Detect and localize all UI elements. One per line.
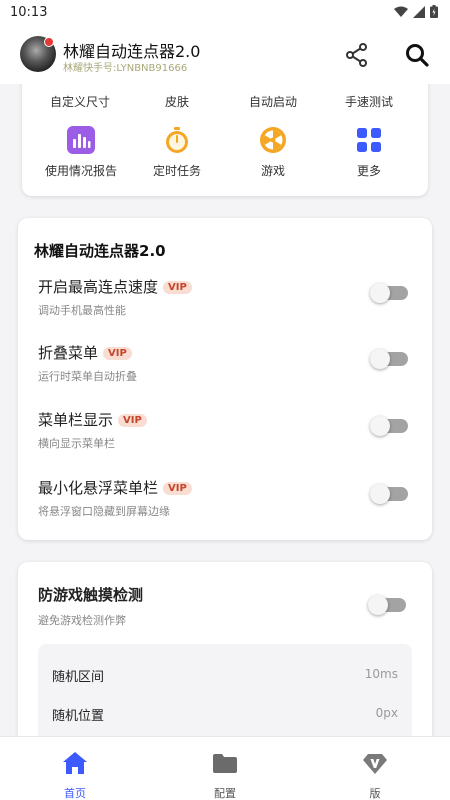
search-icon[interactable] — [404, 42, 430, 68]
usage-report-button[interactable]: 使用情况报告 — [31, 126, 131, 179]
nav-home-label: 首页 — [64, 787, 86, 800]
max-speed-toggle[interactable] — [370, 283, 408, 303]
setting-label: 最小化悬浮菜单栏 VIP — [38, 477, 192, 498]
home-icon — [63, 752, 87, 774]
notification-dot — [44, 37, 54, 47]
signal-icon — [413, 5, 425, 18]
timed-task-label: 定时任务 — [152, 164, 201, 178]
apps-grid-icon — [357, 128, 381, 152]
anti-detection-toggle[interactable] — [368, 595, 406, 615]
setting-desc: 运行时菜单自动折叠 — [38, 370, 137, 383]
random-position-row[interactable]: 随机位置 0px — [52, 705, 398, 725]
setting-minimize-menu: 最小化悬浮菜单栏 VIP 将悬浮窗口隐藏到屏幕边缘 — [38, 477, 408, 527]
anti-detection-card: 防游戏触摸检测 避免游戏检测作弊 随机区间 10ms 随机位置 0px — [18, 562, 432, 736]
anti-detection-desc: 避免游戏检测作弊 — [38, 614, 126, 627]
bottom-nav: 首页 配置 版 — [0, 736, 450, 800]
vip-badge: VIP — [163, 281, 192, 294]
anti-detection-title: 防游戏触摸检测 — [38, 586, 144, 604]
app-subtitle: 林耀快手号:LYNBNB91666 — [63, 63, 188, 74]
nav-config[interactable]: 配置 — [165, 737, 285, 800]
wifi-icon — [394, 6, 408, 17]
status-time: 10:13 — [10, 5, 48, 20]
random-interval-row[interactable]: 随机区间 10ms — [52, 666, 398, 686]
settings-card: 林耀自动连点器2.0 开启最高连点速度 VIP 调动手机最高性能 折叠菜单 VIP … — [18, 218, 432, 540]
usage-report-label: 使用情况报告 — [44, 164, 117, 178]
setting-menu-bar: 菜单栏显示 VIP 横向显示菜单栏 — [38, 409, 408, 459]
vip-diamond-icon — [363, 754, 387, 774]
folder-icon — [213, 754, 237, 773]
more-button[interactable]: 更多 — [319, 126, 419, 179]
setting-desc: 横向显示菜单栏 — [38, 437, 115, 450]
anti-detection-options: 随机区间 10ms 随机位置 0px — [38, 644, 412, 736]
wheel-icon — [260, 127, 286, 153]
skin-link[interactable]: 皮肤 — [127, 93, 227, 110]
vip-badge: VIP — [118, 414, 147, 427]
game-label: 游戏 — [260, 164, 285, 178]
nav-home[interactable]: 首页 — [15, 737, 135, 800]
vip-badge: VIP — [103, 347, 132, 360]
main-scroll-area[interactable]: 自定义尺寸 皮肤 自动启动 手速测试 使用情况报告 定时任务 游戏 更多 林耀自… — [0, 84, 450, 736]
battery-icon — [430, 5, 438, 18]
setting-label: 菜单栏显示 VIP — [38, 409, 147, 430]
nav-config-label: 配置 — [214, 787, 236, 800]
timed-task-button[interactable]: 定时任务 — [127, 126, 227, 179]
fold-menu-toggle[interactable] — [370, 349, 408, 369]
nav-version-label: 版 — [369, 787, 381, 800]
vip-badge: VIP — [163, 482, 192, 495]
quick-actions-card: 自定义尺寸 皮肤 自动启动 手速测试 使用情况报告 定时任务 游戏 更多 — [22, 84, 428, 196]
setting-max-speed: 开启最高连点速度 VIP 调动手机最高性能 — [38, 276, 408, 326]
random-interval-label: 随机区间 — [52, 670, 105, 685]
setting-desc: 将悬浮窗口隐藏到屏幕边缘 — [38, 505, 170, 518]
setting-desc: 调动手机最高性能 — [38, 304, 126, 317]
nav-version[interactable]: 版 — [315, 737, 435, 800]
app-header: 林耀自动连点器2.0 林耀快手号:LYNBNB91666 — [0, 26, 450, 84]
custom-size-link[interactable]: 自定义尺寸 — [30, 93, 130, 110]
menu-bar-toggle[interactable] — [370, 416, 408, 436]
auto-start-link[interactable]: 自动启动 — [223, 93, 323, 110]
random-position-label: 随机位置 — [52, 709, 105, 724]
random-position-value: 0px — [375, 706, 398, 720]
stopwatch-icon — [166, 127, 188, 153]
status-icons — [394, 5, 438, 18]
more-label: 更多 — [356, 164, 381, 178]
setting-label: 开启最高连点速度 VIP — [38, 276, 192, 297]
minimize-menu-toggle[interactable] — [370, 484, 408, 504]
setting-fold-menu: 折叠菜单 VIP 运行时菜单自动折叠 — [38, 342, 408, 392]
settings-card-title: 林耀自动连点器2.0 — [34, 242, 166, 260]
bar-chart-icon — [67, 126, 95, 154]
share-icon[interactable] — [344, 42, 370, 68]
setting-label: 折叠菜单 VIP — [38, 342, 132, 363]
status-bar: 10:13 — [0, 0, 450, 26]
speed-test-link[interactable]: 手速测试 — [319, 93, 419, 110]
game-button[interactable]: 游戏 — [223, 126, 323, 179]
random-interval-value: 10ms — [364, 667, 398, 681]
